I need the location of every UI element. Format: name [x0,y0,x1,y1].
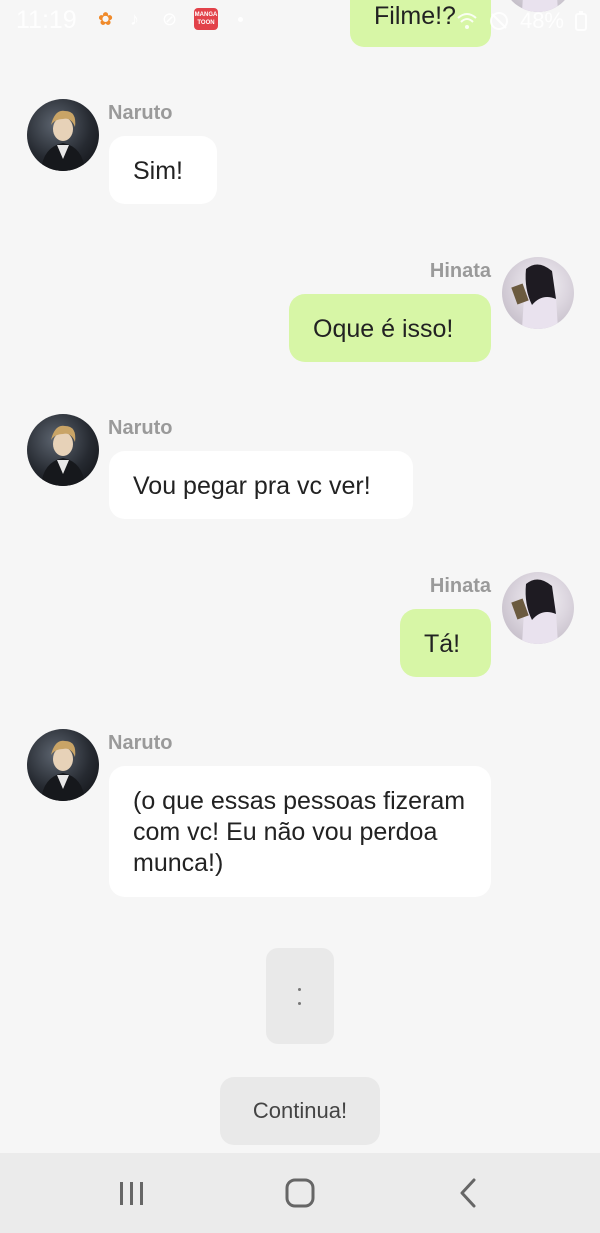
alarm-off-icon [489,12,508,30]
navigation-bar [0,1153,600,1233]
recent-apps-button[interactable] [102,1171,162,1215]
message-text: Tá! [424,630,461,658]
naruto-avatar[interactable] [27,414,99,486]
home-button[interactable] [270,1171,330,1215]
recent-apps-icon [120,1182,143,1205]
typing-dot [298,1002,301,1005]
continue-button[interactable]: Continua! [220,1077,380,1145]
message-bubble-outgoing: Tá! [400,609,491,677]
status-time: 11:19 [16,6,77,34]
message-text: Vou pegar pra vc ver! [133,472,371,500]
mangatoon-icon: MANGA TOON [194,8,218,30]
battery-percent: 48% [519,8,564,33]
message-bubble-incoming: (o que essas pessoas fizeram com vc! Eu … [109,766,491,897]
wifi-icon [457,13,477,29]
typing-indicator [266,948,334,1044]
home-icon [285,1178,315,1208]
typing-dot [298,988,301,991]
back-button[interactable] [438,1171,498,1215]
tiktok-icon: ♪ [130,9,139,29]
message-bubble-incoming: Vou pegar pra vc ver! [109,451,413,519]
app-notification-icon: ✿ [98,9,114,29]
notification-icons: ✿ ♪ ⊘ MANGA TOON [98,8,243,30]
message-bubble-incoming: Sim! [109,136,217,204]
cast-off-icon: ⊘ [162,9,178,29]
hinata-avatar[interactable] [502,572,574,644]
message-text: Sim! [133,157,183,185]
back-icon [460,1178,476,1208]
sender-name: Naruto [108,732,173,754]
message-text: (o que essas pessoas fizeram com vc! Eu … [133,787,466,877]
sender-name: Hinata [429,260,491,282]
hinata-avatar[interactable] [502,257,574,329]
message-bubble-outgoing: Oque é isso! [289,294,491,362]
status-right: 48% [456,8,588,34]
naruto-avatar[interactable] [27,729,99,801]
battery-icon [575,11,587,31]
sender-name: Naruto [108,417,173,439]
more-notifications-icon [238,16,243,22]
sender-name: Naruto [108,102,173,124]
message-text: Oque é isso! [313,315,454,343]
naruto-avatar[interactable] [27,99,99,171]
status-bar: 11:19 ✿ ♪ ⊘ MANGA TOON 48% [0,0,600,40]
sender-name: Hinata [429,575,491,597]
